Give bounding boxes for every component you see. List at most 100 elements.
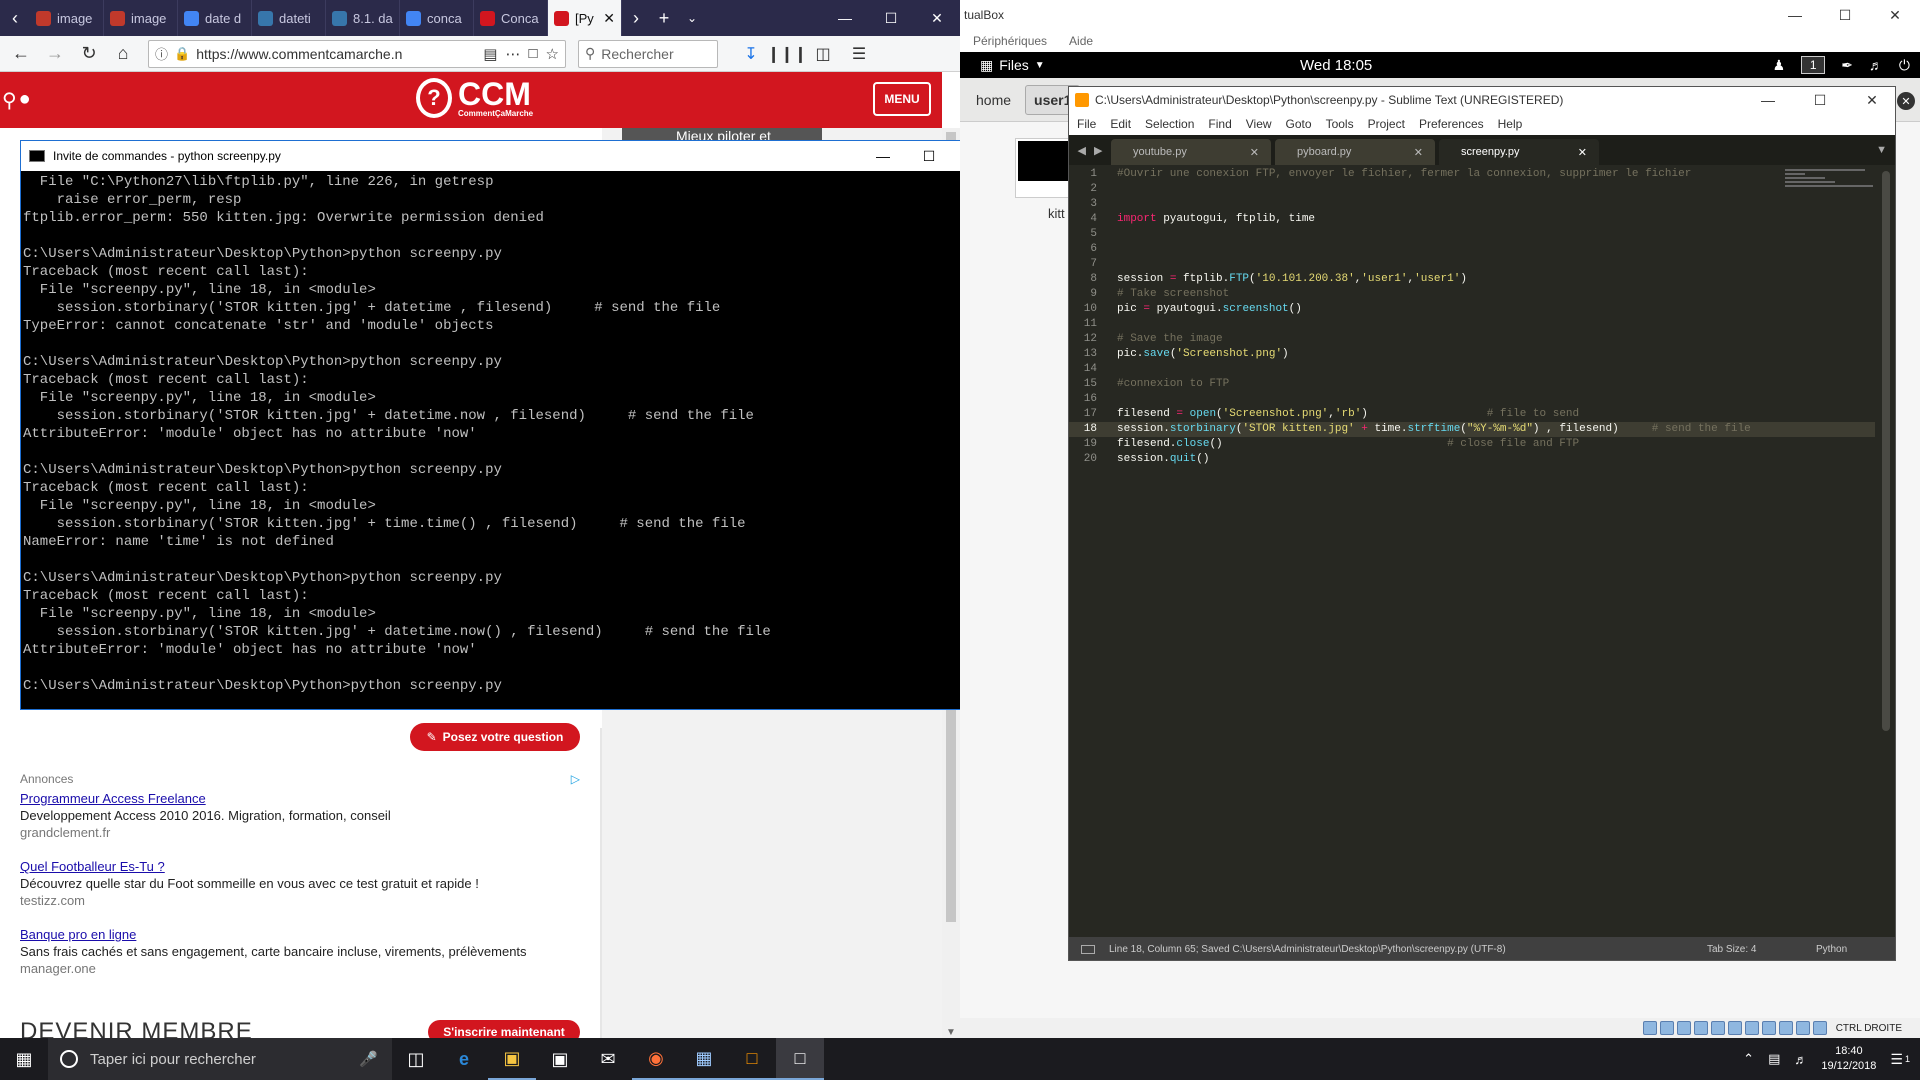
tab-pyboard-py[interactable]: pyboard.py ✕ [1275,139,1435,165]
browser-tab[interactable]: [Py ✕ [548,0,622,36]
taskbar-clock[interactable]: 18:40 19/12/2018 [1821,1044,1876,1074]
usb-icon[interactable] [1710,1021,1725,1035]
file-explorer-icon[interactable]: ▣ [488,1038,536,1080]
people-icon[interactable]: ♟ [1773,57,1786,74]
reload-icon[interactable]: ↻ [74,40,104,68]
volume-icon[interactable]: ♬ [1794,1052,1807,1067]
volume-icon[interactable]: ♬ [1869,57,1883,73]
close-tab-icon[interactable]: ✕ [603,10,615,27]
network-icon[interactable]: ▤ [1768,1051,1780,1067]
menu-preferences[interactable]: Preferences [1419,117,1484,131]
task-view-icon[interactable]: ◫ [392,1038,440,1080]
tab-scroll-left-icon[interactable]: ‹ [0,0,30,36]
close-icon[interactable]: ✕ [1578,146,1587,159]
reader-view-icon[interactable]: ▤ [483,45,497,63]
menu-project[interactable]: Project [1368,117,1405,131]
ad-url[interactable]: manager.one [20,960,580,977]
new-tab-button[interactable]: + [650,0,678,36]
close-icon[interactable]: ✕ [1414,146,1423,159]
tab-youtube-py[interactable]: youtube.py ✕ [1111,139,1271,165]
scroll-down-icon[interactable]: ▼ [946,1027,956,1038]
minimap[interactable] [1785,167,1875,227]
keyboard-icon[interactable] [1812,1021,1827,1035]
firefox-icon[interactable]: ◉ [632,1038,680,1080]
home-icon[interactable]: ⌂ [108,40,138,68]
edge-icon[interactable]: e [440,1038,488,1080]
close-icon[interactable]: ✕ [1897,92,1915,110]
scrollbar-thumb[interactable] [1882,171,1890,731]
minimize-button[interactable]: — [1745,92,1791,108]
menu-selection[interactable]: Selection [1145,117,1194,131]
downloads-icon[interactable]: ↧ [736,40,766,68]
display-icon[interactable] [1744,1021,1759,1035]
taskbar-search[interactable]: Taper ici pour rechercher 🎤 [48,1038,392,1080]
sublime-title-bar[interactable]: C:\Users\Administrateur\Desktop\Python\s… [1069,87,1895,113]
tab-size-indicator[interactable]: Tab Size: 4 [1707,944,1756,955]
editor-scrollbar[interactable] [1877,167,1895,937]
menu-find[interactable]: Find [1208,117,1231,131]
recording-icon[interactable] [1761,1021,1776,1035]
menu-file[interactable]: File [1077,117,1096,131]
ask-question-button[interactable]: ✎ Posez votre question [410,723,580,751]
search-icon[interactable]: ⚲ [2,88,17,113]
mouse-icon[interactable] [1795,1021,1810,1035]
code-editor[interactable]: 1 #Ouvrir une conexion FTP, envoyer le fi… [1069,167,1875,937]
cmd-output[interactable]: File "C:\Python27\lib\ftplib.py", line 2… [21,171,982,709]
close-icon[interactable]: ✕ [1250,146,1259,159]
maximize-button[interactable]: ☐ [1820,7,1870,24]
sidebar-icon[interactable]: ◫ [808,40,838,68]
close-button[interactable]: ✕ [914,0,960,36]
command-prompt-window[interactable]: Invite de commandes - python screenpy.py… [20,140,999,710]
signup-button[interactable]: S'inscrire maintenant [428,1020,580,1038]
ccm-logo[interactable]: ? CCM CommentÇaMarche [416,78,533,118]
menu-view[interactable]: View [1246,117,1272,131]
user-icon[interactable]: ● [19,88,31,113]
tab-scroll-right-icon[interactable]: › [622,0,650,36]
virtualbox-icon[interactable]: ▦ [680,1038,728,1080]
mail-icon[interactable]: ✉ [584,1038,632,1080]
panel-toggle-icon[interactable] [1081,945,1095,954]
menu-help[interactable]: Help [1498,117,1523,131]
menu-aide[interactable]: Aide [1069,34,1093,48]
maximize-button[interactable]: ☐ [1797,92,1843,109]
shared-folder-icon[interactable] [1727,1021,1742,1035]
tab-left-icon[interactable]: ◀ [1078,144,1086,157]
bookmark-star-icon[interactable]: ☆ [546,45,559,63]
close-button[interactable]: ✕ [1870,7,1920,24]
close-button[interactable]: ✕ [1849,92,1895,109]
forward-icon[interactable]: → [40,40,70,68]
chevron-up-icon[interactable]: ⌃ [1743,1051,1754,1067]
menu-button[interactable]: MENU [873,82,931,116]
pocket-icon[interactable]: □ [528,45,537,63]
hamburger-menu-icon[interactable]: ☰ [844,40,874,68]
browser-tab[interactable]: Conca [474,0,548,36]
power-icon[interactable]: ⏻ [1899,57,1910,74]
search-box[interactable]: ⚲ Rechercher [578,39,718,68]
tab-dropdown-icon[interactable]: ▼ [1876,135,1887,165]
minimize-button[interactable]: — [822,0,868,36]
minimize-button[interactable]: — [1770,7,1820,23]
cmd-title-bar[interactable]: Invite de commandes - python screenpy.py… [21,141,998,171]
path-home[interactable]: home [968,85,1019,115]
minimize-button[interactable]: — [860,141,906,171]
menu-edit[interactable]: Edit [1110,117,1131,131]
ad-title[interactable]: Banque pro en ligne [20,926,580,943]
optical-icon[interactable] [1659,1021,1674,1035]
adchoices-icon[interactable]: ▷ [571,772,580,786]
microphone-icon[interactable]: 🎤 [359,1050,378,1068]
ad-url[interactable]: testizz.com [20,892,580,909]
browser-tab[interactable]: 8.1. da [326,0,400,36]
audio-icon[interactable] [1676,1021,1691,1035]
info-icon[interactable]: ⓘ [155,44,168,63]
menu-peripheriques[interactable]: Périphériques [973,34,1047,48]
files-app-menu[interactable]: ▦ Files ▼ [980,57,1045,74]
store-icon[interactable]: ▣ [536,1038,584,1080]
back-icon[interactable]: ← [6,40,36,68]
vbox-title-bar[interactable]: tualBox — ☐ ✕ [960,0,1920,30]
browser-tab[interactable]: conca [400,0,474,36]
library-icon[interactable]: ❙❙❙ [767,40,807,68]
ad-title[interactable]: Programmeur Access Freelance [20,790,580,807]
gnome-clock[interactable]: Wed 18:05 [1300,57,1372,74]
address-bar[interactable]: ⓘ 🔒 https://www.commentcamarche.n ▤ ⋯ □ … [148,39,566,68]
browser-tab[interactable]: image [104,0,178,36]
